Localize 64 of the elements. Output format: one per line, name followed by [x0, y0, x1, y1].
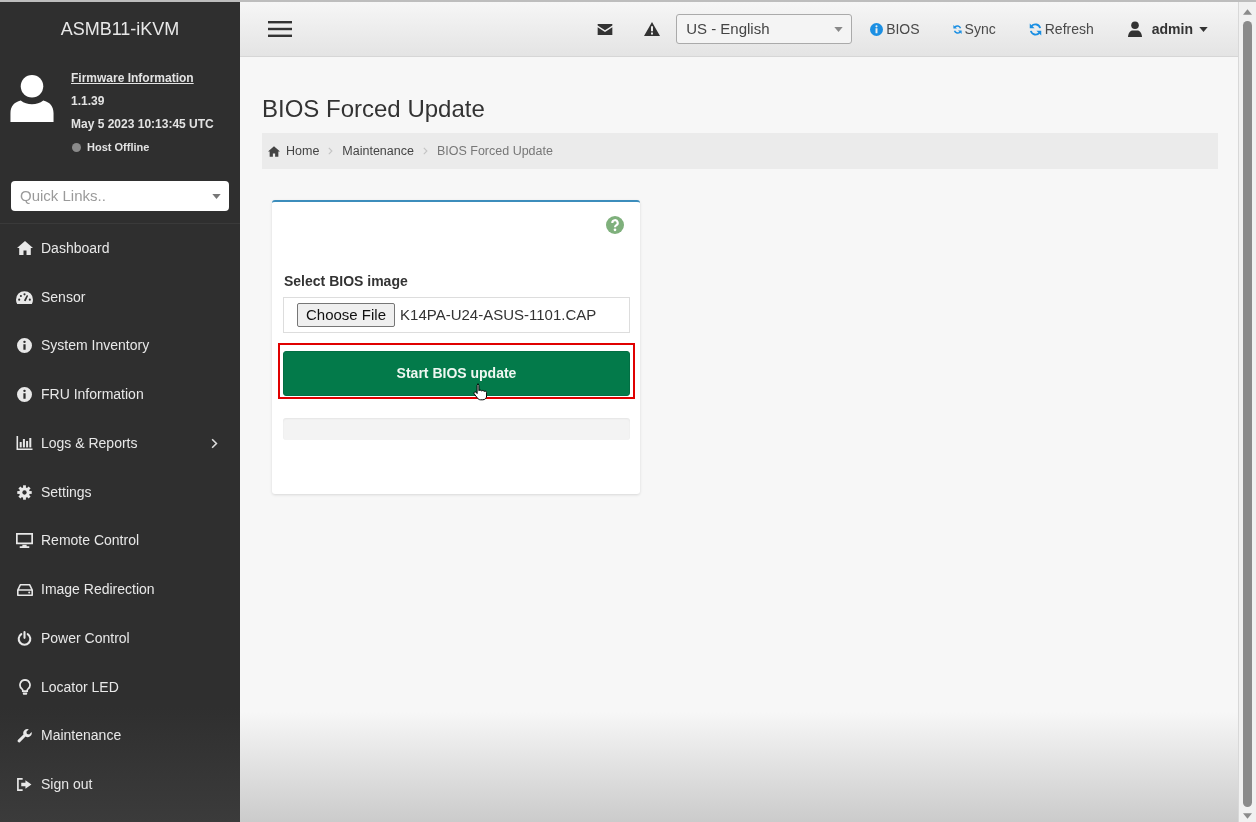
home-icon — [268, 145, 280, 157]
firmware-version: 1.1.39 — [71, 94, 105, 108]
menu-item[interactable]: Maintenance — [0, 711, 240, 761]
refresh-icon — [1028, 22, 1042, 36]
build-date: May 5 2023 10:13:45 UTC — [71, 117, 214, 131]
drive-icon — [16, 583, 33, 596]
menu-item[interactable]: Settings — [0, 467, 240, 517]
lightbulb-icon — [18, 679, 31, 696]
gauge-icon — [16, 290, 33, 304]
caret-down-icon — [212, 193, 221, 199]
scrollbar-thumb[interactable] — [1243, 21, 1252, 807]
header-link[interactable]: Refresh — [1028, 18, 1094, 40]
menu-item[interactable]: Logs & Reports — [0, 419, 240, 468]
menu-item[interactable]: Sign out — [0, 760, 240, 809]
scroll-down-icon[interactable] — [1243, 813, 1252, 819]
menu-item[interactable]: Power Control — [0, 614, 240, 663]
home-icon — [16, 241, 33, 256]
user-avatar-icon — [10, 75, 54, 122]
header-link[interactable]: Sync — [952, 18, 996, 40]
user-menu-button[interactable]: admin — [1127, 18, 1208, 40]
sign-out-icon — [17, 778, 32, 792]
caret-down-icon — [1199, 26, 1208, 32]
choose-file-button[interactable]: Choose File — [297, 303, 396, 327]
settings-icon — [17, 484, 32, 500]
warning-icon[interactable] — [644, 22, 661, 36]
menu-item[interactable]: Sensor — [0, 272, 240, 322]
language-dropdown[interactable]: US - English — [676, 14, 853, 44]
host-status-text: Host Offline — [87, 140, 150, 155]
field-label: Select BIOS image — [284, 272, 409, 290]
help-icon[interactable] — [606, 216, 624, 234]
info-icon — [17, 338, 32, 354]
header-link[interactable]: BIOS — [870, 18, 920, 40]
power-icon — [17, 630, 32, 646]
sync-icon — [952, 23, 962, 35]
info-icon — [870, 22, 884, 36]
hand-cursor-icon — [473, 383, 487, 401]
envelope-icon[interactable] — [597, 23, 614, 35]
menu-item[interactable]: Dashboard — [0, 224, 240, 273]
chevron-right-icon — [328, 147, 334, 155]
user-icon — [1127, 21, 1142, 37]
menu-icon — [268, 21, 292, 37]
bar-chart-icon — [16, 436, 33, 451]
monitor-icon — [16, 533, 33, 549]
breadcrumb-link[interactable]: Maintenance — [342, 141, 414, 161]
caret-down-icon — [834, 26, 844, 32]
start-update-button[interactable]: Start BIOS update — [283, 351, 630, 396]
firmware-info-link[interactable]: Firmware Information — [71, 71, 194, 85]
file-name-text: K14PA-U24-ASUS-1101.CAP — [400, 304, 597, 325]
chevron-right-icon — [422, 147, 428, 155]
breadcrumb-current: BIOS Forced Update — [436, 142, 553, 160]
menu-item[interactable]: FRU Information — [0, 370, 240, 419]
info-icon — [17, 387, 32, 403]
chevron-right-icon — [211, 437, 218, 449]
breadcrumb-link[interactable]: Home — [268, 141, 320, 161]
file-input-field[interactable]: Choose File K14PA-U24-ASUS-1101.CAP — [283, 297, 630, 333]
app-title: ASMB11-iKVM — [60, 18, 180, 41]
menu-item[interactable]: Image Redirection — [0, 565, 240, 614]
wrench-icon — [17, 728, 32, 744]
page-title: BIOS Forced Update — [262, 94, 486, 124]
scroll-up-icon[interactable] — [1243, 9, 1252, 15]
menu-item[interactable]: Locator LED — [0, 662, 240, 712]
menu-button[interactable] — [268, 21, 292, 37]
menu-item[interactable]: System Inventory — [0, 321, 240, 371]
menu-item[interactable]: Remote Control — [0, 516, 240, 566]
